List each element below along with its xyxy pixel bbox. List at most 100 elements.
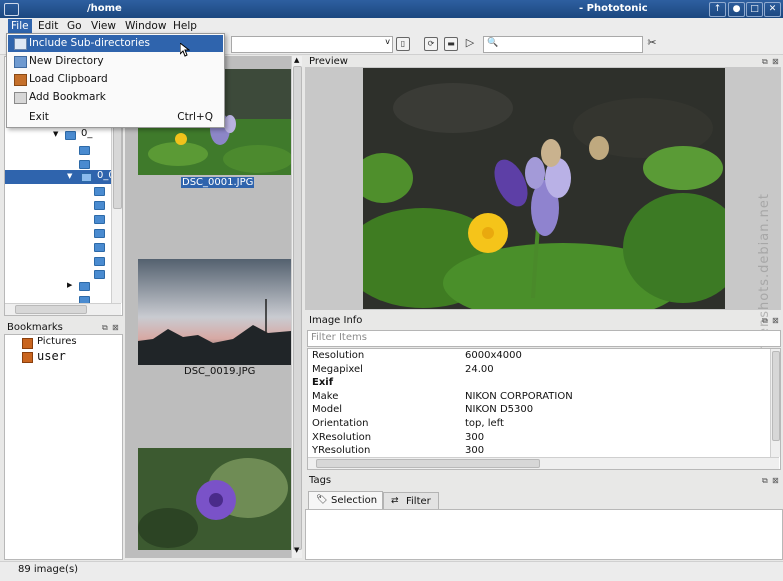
tab-selection[interactable]: 🏷 Selection [308, 491, 383, 509]
info-value: 300 [465, 445, 485, 457]
bookmarks-title: Bookmarks [7, 322, 63, 333]
watermark: screenshots.debian.net [757, 177, 781, 377]
thumbnail-image[interactable] [138, 448, 291, 550]
path-input[interactable]: v [231, 36, 393, 53]
dock-close-icon[interactable]: ⊠ [772, 57, 779, 66]
menu-view[interactable]: View [88, 19, 119, 33]
folder-icon[interactable] [94, 187, 105, 196]
tab-filter[interactable]: ⇄ Filter [383, 492, 439, 510]
menu-item-include-subdirectories[interactable]: Include Sub-directories [8, 35, 223, 52]
info-scrollbar[interactable] [770, 349, 780, 457]
menu-help[interactable]: Help [170, 19, 200, 33]
tag-icon: 🏷 [316, 495, 328, 505]
tree-scrollbar-handle[interactable] [113, 117, 122, 209]
image-info-table: Resolution 6000x4000 Megapixel 24.00 Exif Mak… [307, 348, 781, 470]
thumbnail-scrollbar-handle[interactable] [293, 66, 302, 550]
info-row[interactable]: Resolution 6000x4000 [308, 350, 758, 363]
folder-icon[interactable] [79, 282, 90, 291]
dock-float-icon[interactable]: ⧉ [762, 476, 768, 486]
dock-float-icon[interactable]: ⧉ [762, 316, 768, 326]
folder-icon[interactable] [79, 160, 90, 169]
tree-row-selected[interactable]: ▼ 0_0 [5, 170, 115, 184]
menu-window[interactable]: Window [122, 19, 169, 33]
tree-hscrollbar-handle[interactable] [15, 305, 87, 314]
menu-go[interactable]: Go [64, 19, 85, 33]
sunset-thumbnail-icon [138, 259, 291, 365]
iris-photo-icon [363, 68, 725, 309]
file-menu-dropdown: Include Sub-directories New Directory Lo… [6, 33, 225, 128]
refresh-icon[interactable]: ⟳ [424, 37, 438, 51]
minimize-button[interactable]: ● [728, 2, 745, 17]
folder-icon[interactable] [94, 270, 105, 279]
tree-expand-arrow[interactable]: ▼ [53, 130, 58, 138]
menu-item-add-bookmark[interactable]: Add Bookmark [8, 89, 223, 106]
preview-image[interactable] [363, 68, 725, 309]
thumbnail-image[interactable] [138, 259, 291, 365]
scroll-down-icon[interactable]: ▼ [294, 546, 299, 554]
dock-float-icon[interactable]: ⧉ [762, 57, 768, 67]
folder-icon[interactable] [79, 146, 90, 155]
thumbnail-caption[interactable]: DSC_0001.JPG [181, 177, 255, 188]
menu-item-new-directory[interactable]: New Directory [8, 53, 223, 70]
status-text: 89 image(s) [18, 564, 79, 575]
maximize-button[interactable]: □ [746, 2, 763, 17]
thumbnail-caption[interactable]: DSC_0019.JPG [184, 366, 255, 377]
info-row[interactable]: Make NIKON CORPORATION [308, 391, 758, 404]
preview-pane: screenshots.debian.net [305, 67, 781, 367]
info-row[interactable]: Megapixel 24.00 [308, 364, 758, 377]
image-info-title: Image Info [309, 315, 363, 326]
bookmarks-list: Pictures user [4, 334, 123, 560]
play-icon[interactable]: ▷ [464, 37, 476, 49]
menu-item-label: Load Clipboard [29, 73, 108, 85]
info-hscrollbar[interactable] [308, 457, 779, 469]
tags-title: Tags [309, 475, 332, 486]
menu-item-label: Include Sub-directories [29, 37, 150, 49]
info-value: NIKON D5300 [465, 404, 534, 416]
menu-file[interactable]: File [8, 19, 32, 33]
tree-expand-arrow[interactable]: ▼ [67, 172, 72, 180]
folder-icon[interactable] [65, 131, 76, 140]
tree-row-label[interactable]: 0_ [81, 128, 92, 139]
info-row[interactable]: XResolution 300 [308, 432, 758, 445]
folder-icon[interactable] [94, 243, 105, 252]
tree-hscrollbar[interactable] [5, 303, 121, 315]
dock-close-icon[interactable]: ⊠ [772, 476, 779, 485]
tools-icon[interactable]: ✂ [646, 37, 658, 49]
menu-item-label: Exit [29, 111, 49, 123]
menu-item-load-clipboard[interactable]: Load Clipboard [8, 71, 223, 88]
search-input[interactable]: 🔍 [483, 36, 643, 53]
info-row[interactable]: Model NIKON D5300 [308, 404, 758, 417]
stop-icon[interactable]: ▬ [444, 37, 458, 51]
keep-above-button[interactable]: ↑ [709, 2, 726, 17]
folder-icon[interactable] [94, 201, 105, 210]
close-button[interactable]: ✕ [764, 2, 781, 17]
mouse-cursor-icon [179, 41, 191, 60]
info-key: Resolution [312, 350, 365, 361]
folder-icon[interactable] [94, 229, 105, 238]
menu-edit[interactable]: Edit [35, 19, 61, 33]
dock-close-icon[interactable]: ⊠ [772, 316, 779, 325]
window-path: /home [87, 3, 122, 14]
window-menu-icon[interactable] [4, 3, 19, 16]
dock-float-icon[interactable]: ⧉ [102, 323, 108, 333]
info-scrollbar-handle[interactable] [772, 351, 780, 441]
bookmark-icon [22, 352, 33, 363]
sidebar-toggle-icon[interactable]: ▯ [396, 37, 410, 51]
scroll-up-icon[interactable]: ▲ [294, 56, 299, 64]
info-hscrollbar-handle[interactable] [316, 459, 540, 468]
info-row[interactable]: Orientation top, left [308, 418, 758, 431]
tree-collapse-arrow[interactable]: ▶ [67, 281, 72, 289]
filter-placeholder: Filter Items [311, 332, 367, 343]
folder-icon[interactable] [94, 257, 105, 266]
tab-label: Selection [331, 495, 378, 506]
menu-item-shortcut: Ctrl+Q [177, 111, 213, 123]
thumbnail-scrollbar[interactable]: ▲ ▼ [291, 56, 302, 558]
chevron-down-icon[interactable]: v [385, 37, 390, 46]
menu-item-exit[interactable]: Exit Ctrl+Q [8, 109, 223, 126]
filter-items-input[interactable]: Filter Items [307, 330, 781, 347]
dock-close-icon[interactable]: ⊠ [112, 323, 119, 332]
info-key: Model [312, 404, 343, 416]
tags-list [305, 509, 783, 560]
info-row[interactable]: Exif [308, 377, 758, 390]
folder-icon[interactable] [94, 215, 105, 224]
